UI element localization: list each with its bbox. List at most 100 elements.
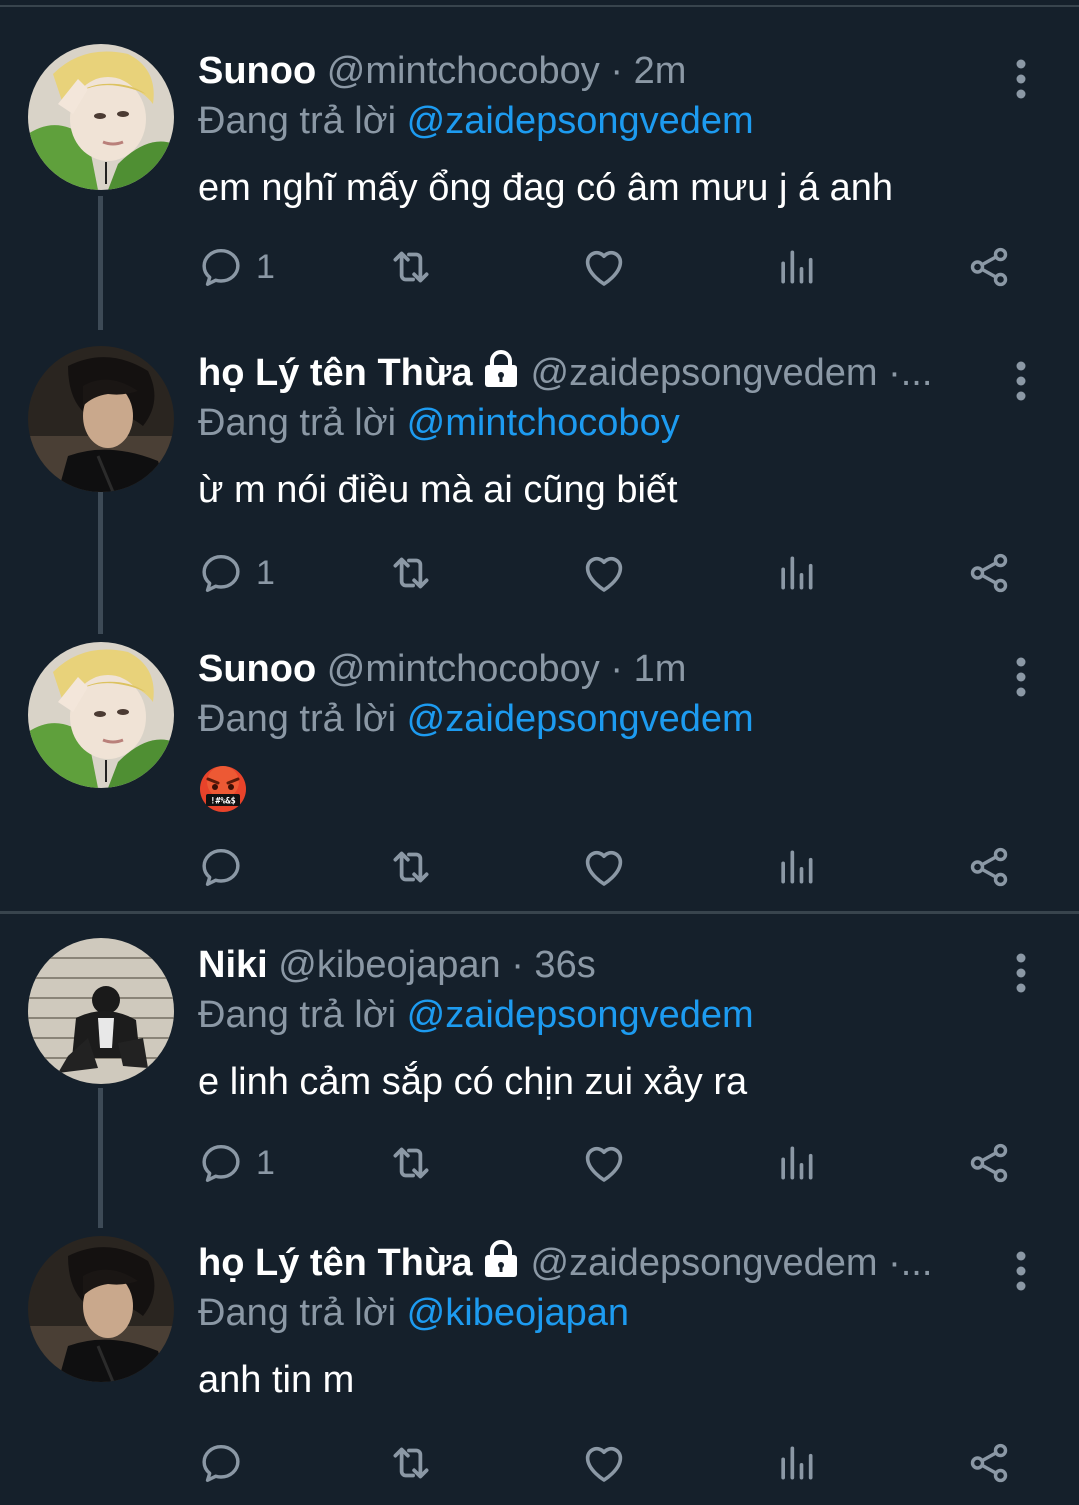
avatar[interactable] [28,642,174,788]
tweet[interactable]: Sunoo @mintchocoboy · 1m Đang trả lời @z… [0,642,1079,902]
tweet-text: em nghĩ mấy ổng đag có âm mưu j á anh [198,167,894,209]
share-icon [966,1440,1012,1486]
action-bar: 1 [0,1138,1079,1188]
share-button[interactable] [966,1138,1012,1188]
replying-to-label: Đang trả lời [198,100,397,142]
display-name[interactable]: Sunoo [198,50,316,92]
share-button[interactable] [966,1438,1012,1488]
reply-count: 1 [256,248,275,286]
views-button[interactable] [774,242,818,292]
like-button[interactable] [580,1138,628,1188]
action-bar: 1 [0,242,1079,292]
reply-mention-link[interactable]: @mintchocoboy [407,402,680,444]
tweet-header: Sunoo @mintchocoboy · 1m [198,644,998,694]
retweet-icon [386,842,436,892]
replying-to: Đang trả lời @zaidepsongvedem [198,694,754,744]
display-name[interactable]: Sunoo [198,648,316,690]
retweet-button[interactable] [386,1138,436,1188]
reply-button[interactable]: 1 [198,242,275,292]
reply-button[interactable] [198,1438,244,1488]
face-with-symbols-on-mouth-emoji [198,764,248,819]
retweet-icon [386,548,436,598]
tweet-header: họ Lý tên Thừa @zaidepsongvedem ·... [198,1238,998,1288]
reply-mention-link[interactable]: @zaidepsongvedem [407,994,754,1036]
lock-icon [481,349,521,389]
reply-count: 1 [256,1144,275,1182]
reply-button[interactable] [198,842,244,892]
replying-to-label: Đang trả lời [198,698,397,740]
like-button[interactable] [580,548,628,598]
share-icon [966,1140,1012,1186]
avatar[interactable] [28,44,174,190]
tweet-text: anh tin m [198,1359,355,1401]
avatar[interactable] [28,1236,174,1382]
views-button[interactable] [774,1438,818,1488]
handle-and-time[interactable]: @mintchocoboy · 2m [327,50,687,92]
views-button[interactable] [774,1138,818,1188]
retweet-button[interactable] [386,548,436,598]
reply-icon [198,550,244,596]
handle-and-time[interactable]: @zaidepsongvedem ·... [531,352,933,394]
share-button[interactable] [966,242,1012,292]
handle-and-time[interactable]: @kibeojapan · 36s [278,944,595,986]
tweet-text: ừ m nói điều mà ai cũng biết [198,469,678,511]
more-vertical-icon[interactable] [1008,1246,1034,1296]
tweet[interactable]: họ Lý tên Thừa @zaidepsongvedem ·... Đang… [0,346,1079,606]
tweet[interactable]: Niki @kibeojapan · 36s Đang trả lời @zai… [0,938,1079,1198]
share-button[interactable] [966,842,1012,892]
display-name[interactable]: Niki [198,944,268,986]
replying-to: Đang trả lời @zaidepsongvedem [198,96,754,146]
reply-mention-link[interactable]: @zaidepsongvedem [407,100,754,142]
reply-icon [198,1140,244,1186]
replying-to-label: Đang trả lời [198,994,397,1036]
tweet-header: họ Lý tên Thừa @zaidepsongvedem ·... [198,348,998,398]
share-icon [966,844,1012,890]
reply-mention-link[interactable]: @kibeojapan [407,1292,629,1334]
retweet-icon [386,1138,436,1188]
avatar[interactable] [28,938,174,1084]
more-vertical-icon[interactable] [1008,948,1034,998]
retweet-button[interactable] [386,1438,436,1488]
replying-to-label: Đang trả lời [198,402,397,444]
reply-button[interactable]: 1 [198,548,275,598]
heart-icon [580,843,628,891]
retweet-button[interactable] [386,242,436,292]
share-icon [966,244,1012,290]
views-button[interactable] [774,842,818,892]
more-vertical-icon[interactable] [1008,356,1034,406]
action-bar [0,842,1079,892]
conversation-divider [0,911,1079,914]
reply-count: 1 [256,554,275,592]
display-name[interactable]: họ Lý tên Thừa [198,352,473,394]
reply-icon [198,1440,244,1486]
views-icon [774,845,818,889]
like-button[interactable] [580,242,628,292]
replying-to-label: Đang trả lời [198,1292,397,1334]
action-bar [0,1438,1079,1488]
views-icon [774,1441,818,1485]
reply-mention-link[interactable]: @zaidepsongvedem [407,698,754,740]
retweet-icon [386,242,436,292]
avatar[interactable] [28,346,174,492]
retweet-icon [386,1438,436,1488]
more-vertical-icon[interactable] [1008,54,1034,104]
replying-to: Đang trả lời @mintchocoboy [198,398,680,448]
replying-to: Đang trả lời @zaidepsongvedem [198,990,754,1040]
tweet[interactable]: họ Lý tên Thừa @zaidepsongvedem ·... Đang… [0,1236,1079,1496]
share-button[interactable] [966,548,1012,598]
views-icon [774,245,818,289]
tweet[interactable]: Sunoo @mintchocoboy · 2m Đang trả lời @z… [0,44,1079,304]
more-vertical-icon[interactable] [1008,652,1034,702]
handle-and-time[interactable]: @mintchocoboy · 1m [327,648,687,690]
views-button[interactable] [774,548,818,598]
retweet-button[interactable] [386,842,436,892]
reply-icon [198,844,244,890]
heart-icon [580,549,628,597]
like-button[interactable] [580,1438,628,1488]
display-name[interactable]: họ Lý tên Thừa [198,1242,473,1284]
reply-button[interactable]: 1 [198,1138,275,1188]
tweet-text: e linh cảm sắp có chịn zui xảy ra [198,1061,748,1103]
handle-and-time[interactable]: @zaidepsongvedem ·... [531,1242,933,1284]
like-button[interactable] [580,842,628,892]
share-icon [966,550,1012,596]
